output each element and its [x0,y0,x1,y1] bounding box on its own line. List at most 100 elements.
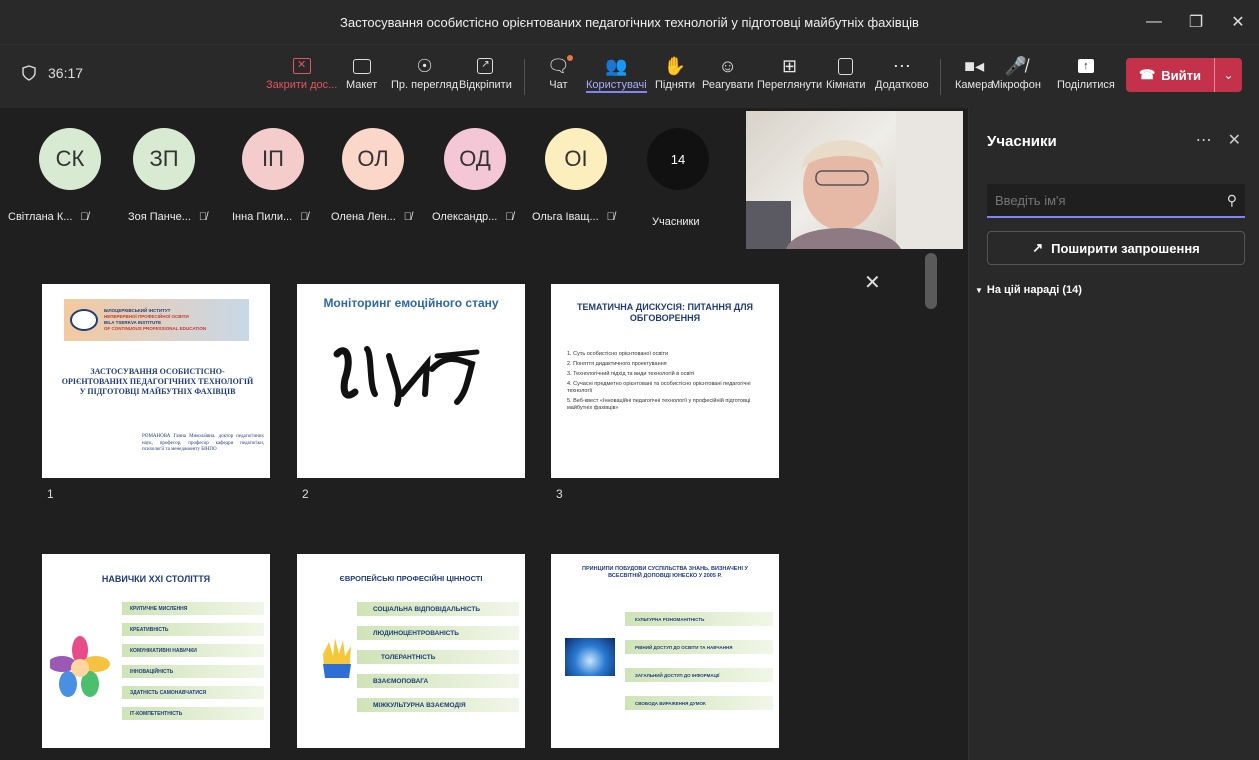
view-button[interactable]: ⊞ Переглянути [757,53,822,103]
list-item: РІВНИЙ ДОСТУП ДО ОСВІТИ ТА НАВЧАННЯ [625,640,773,654]
participants-panel: Учасники ⋯ ✕ ⚲ ↗ Поширити запрошення ▼ Н… [968,108,1259,760]
participant-tile[interactable]: ЗП [124,128,204,190]
share-button[interactable]: ↑ Поділитися [1057,53,1115,103]
caret-down-icon: ▼ [975,285,983,295]
mic-muted-icon: 🎙̸ [505,211,514,223]
list-item: КОМУНІКАТИВНІ НАВИЧКИ [122,644,264,657]
phone-hangup-icon: ☎ [1139,67,1156,82]
list-item: ТОЛЕРАНТНІСТЬ [357,650,519,664]
participant-tile[interactable]: ОД [435,128,515,190]
values-list: СОЦІАЛЬНА ВІДПОВІДАЛЬНІСТЬ ЛЮДИНОЦЕНТРОВ… [357,602,519,712]
minimize-icon[interactable]: — [1133,0,1175,44]
mic-button[interactable]: 🎤̸ Мікрофон [991,53,1041,103]
avatar: ІП [242,128,304,190]
share-invite-button[interactable]: ↗ Поширити запрошення [987,231,1245,265]
institute-banner: БІЛОЦЕРКІВСЬКИЙ ІНСТИТУТ НЕПЕРЕРВНОЇ ПРО… [64,299,249,341]
meeting-toolbar: 36:17 ✕ Закрити дос... Макет ☉ Пр. перег… [0,44,1259,108]
avatar: ОІ [545,128,607,190]
scrollbar-thumb[interactable] [925,253,937,309]
in-meeting-section[interactable]: ▼ На цій нараді (14) [975,284,1082,296]
list-item: ЛЮДИНОЦЕНТРОВАНІСТЬ [357,626,519,640]
close-panel-icon[interactable]: ✕ [1228,130,1241,150]
camera-icon: ■◂ [964,55,985,76]
unpin-button[interactable]: ↗ Відкріпити [459,53,512,103]
slide-thumbnail[interactable]: ПРИНЦИПИ ПОБУДОВИ СУСПІЛЬСТВА ЗНАНЬ, ВИЗ… [551,554,779,748]
eye-icon: ☉ [416,55,433,76]
list-item: 3. Технологічний підхід та види технолог… [567,371,695,377]
institute-names: БІЛОЦЕРКІВСЬКИЙ ІНСТИТУТ НЕПЕРЕРВНОЇ ПРО… [104,308,207,331]
list-item: 5. Веб-квест «Інноваційні педагогічні те… [567,398,751,411]
close-icon[interactable]: ✕ [864,270,881,295]
camera-button[interactable]: ■◂ Камера [955,53,993,103]
list-item: СОЦІАЛЬНА ВІДПОВІДАЛЬНІСТЬ [357,602,519,616]
search-input[interactable] [995,192,1227,208]
presenter-figure [746,111,963,249]
participant-search[interactable]: ⚲ [987,184,1245,218]
layout-icon [352,58,371,74]
meeting-stage: СК ЗП ІП ОЛ ОД ОІ 14 Світлана К... 🎙̸ Зоя… [0,108,968,760]
slide-thumbnail[interactable]: НАВИЧКИ XXI СТОЛІТТЯ КРИТИЧНЕ МИСЛЕННЯ К… [42,554,270,748]
list-item: СВОБОДА ВИРАЖЕННЯ ДУМОК [625,696,773,710]
leave-main[interactable]: ☎ Вийти [1126,67,1214,83]
slide-title: ЗАСТОСУВАННЯ ОСОБИСТІСНО-ОРІЄНТОВАНИХ ПЕ… [61,367,254,396]
list-item: МІЖКУЛЬТУРНА ВЗАЄМОДІЯ [357,698,519,712]
stop-sharing-button[interactable]: ✕ Закрити дос... [266,53,337,103]
slide-thumbnail[interactable]: ТЕМАТИЧНА ДИСКУСІЯ: ПИТАННЯ ДЛЯ ОБГОВОРЕ… [551,284,779,478]
share-icon: ↑ [1077,59,1094,73]
list-item: ІТ-КОМПЕТЕНТНІСТЬ [122,707,264,720]
preview-button[interactable]: ☉ Пр. перегляд [391,53,458,103]
toolbar-divider [524,59,525,95]
slide-author: РОМАНОВА Ганна Миколаївна, доктор педаго… [142,434,264,452]
notification-dot [566,55,573,61]
list-item: 4. Сучасні предметно орієнтовані та особ… [567,381,751,394]
chat-button[interactable]: 🗨 Чат [547,53,573,103]
avatar: ОД [444,128,506,190]
slide-thumbnail[interactable]: ЄВРОПЕЙСЬКІ ПРОФЕСІЙНІ ЦІННОСТІ СОЦІАЛЬН… [297,554,525,748]
chevron-down-icon: ⌄ [1223,68,1234,82]
globe-image [565,638,615,676]
shield-icon [22,65,36,81]
list-item: 2. Поняття дидактичного проектування [567,361,667,367]
list-item: ВЗАЄМОПОВАГА [357,674,519,688]
mic-muted-icon: 🎙̸ [403,211,413,223]
participant-tile[interactable]: ІП [233,128,313,190]
people-button[interactable]: 👥 Користувачі [586,53,647,103]
slide-title: ЄВРОПЕЙСЬКІ ПРОФЕСІЙНІ ЦІННОСТІ [339,574,483,583]
raise-hand-button[interactable]: ✋ Підняти [655,53,695,103]
participant-name: Олена Лен... 🎙̸ [331,211,413,223]
leave-button[interactable]: ☎ Вийти ⌄ [1126,58,1242,92]
slide-thumbnail[interactable]: Моніторинг емоційного стану [297,284,525,478]
presenter-video[interactable] [746,111,963,249]
principles-list: КУЛЬТУРНА РІЗНОМАНІТНІСТЬ РІВНИЙ ДОСТУП … [625,612,773,710]
participant-tile[interactable]: ОЛ [333,128,413,190]
slide-title: ПРИНЦИПИ ПОБУДОВИ СУСПІЛЬСТВА ЗНАНЬ, ВИЗ… [582,566,748,579]
window-controls: — ❐ ✕ [1133,0,1259,44]
mic-muted-icon: 🎙̸ [606,211,615,223]
grid-icon: ⊞ [782,55,798,76]
participant-name: Олександр... 🎙̸ [432,211,514,223]
more-options-icon[interactable]: ⋯ [1196,130,1212,150]
skills-list: КРИТИЧНЕ МИСЛЕННЯ КРЕАТИВНІСТЬ КОМУНІКАТ… [122,602,264,720]
meeting-timer: 36:17 [22,65,83,81]
participants-label: Учасники [652,216,700,228]
more-participants-tile[interactable]: 14 [638,128,718,190]
restore-icon[interactable]: ❐ [1175,0,1217,44]
slide-number: 1 [47,487,54,501]
participant-tile[interactable]: ОІ [536,128,616,190]
mic-muted-icon: 🎙̸ [198,211,208,223]
close-icon[interactable]: ✕ [1217,0,1259,44]
slide-thumbnail[interactable]: БІЛОЦЕРКІВСЬКИЙ ІНСТИТУТ НЕПЕРЕРВНОЇ ПРО… [42,284,270,478]
mic-off-icon: 🎤̸ [1004,55,1028,76]
slide-title: НАВИЧКИ XXI СТОЛІТТЯ [101,574,211,584]
timer-text: 36:17 [48,65,84,81]
layout-button[interactable]: Макет [346,53,377,103]
more-button[interactable]: ⋯ Додатково [875,53,929,103]
popout-icon: ↗ [477,58,494,74]
rooms-button[interactable]: Кімнати [826,53,866,103]
react-button[interactable]: ☺ Реагувати [702,53,753,103]
participant-tile[interactable]: СК [30,128,110,190]
smiley-icon: ☺ [718,55,737,76]
leave-dropdown[interactable]: ⌄ [1214,58,1242,92]
search-icon[interactable]: ⚲ [1227,192,1237,209]
hand-illustration [323,638,351,678]
